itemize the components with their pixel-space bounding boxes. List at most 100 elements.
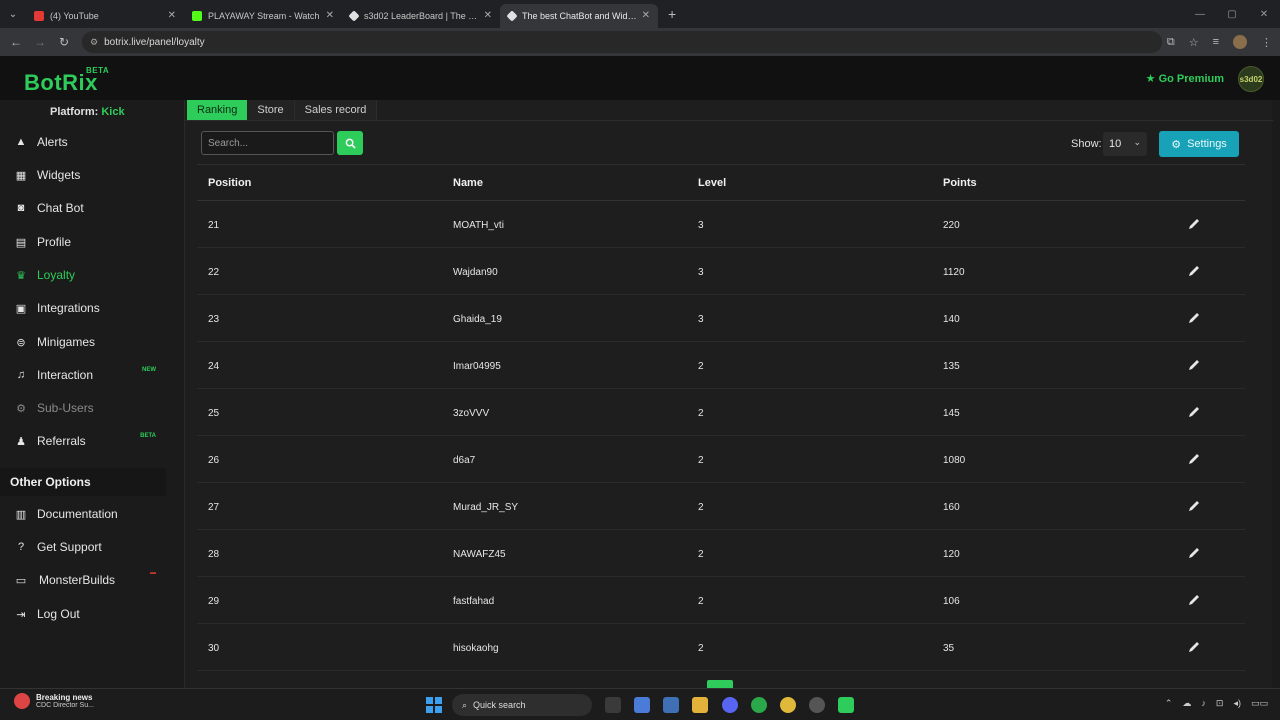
bookmark-star-icon[interactable]: ☆ <box>1189 36 1199 49</box>
edit-pencil-icon[interactable] <box>1187 640 1201 654</box>
user-avatar[interactable]: s3d02 <box>1238 66 1264 92</box>
copilot-icon[interactable] <box>634 697 650 713</box>
sidebar: Platform: Kick ▲ Alerts ▦ Widgets ◙ Chat… <box>0 100 166 688</box>
settings-button[interactable]: ⚙ Settings <box>1159 131 1239 157</box>
grid-icon: ▦ <box>15 169 27 182</box>
sidebar-item-documentation[interactable]: ▥ Documentation <box>0 500 166 528</box>
chrome-icon[interactable] <box>780 697 796 713</box>
browser-tab-youtube[interactable]: (4) YouTube ✕ <box>26 4 184 28</box>
sidebar-item-interaction[interactable]: ♫ Interaction NEW <box>0 361 166 389</box>
microphone-icon[interactable]: ♪ <box>1201 698 1206 709</box>
app-header: BotRix BETA ★ Go Premium s3d02 <box>0 56 1280 100</box>
column-header-name[interactable]: Name <box>453 177 483 189</box>
show-count-select[interactable]: 10 ⌄ <box>1103 132 1147 156</box>
edit-pencil-icon[interactable] <box>1187 358 1201 372</box>
news-widget[interactable]: Breaking news CDC Director Su... <box>14 693 94 709</box>
browser-tab-playaway[interactable]: PLAYAWAY Stream - Watch ✕ <box>184 4 342 28</box>
taskbar-search[interactable]: ⌕ Quick search <box>452 694 592 716</box>
sidebar-item-widgets[interactable]: ▦ Widgets <box>0 161 166 189</box>
sidebar-item-minigames[interactable]: ⊜ Minigames <box>0 328 166 356</box>
file-explorer-icon[interactable] <box>692 697 708 713</box>
edit-pencil-icon[interactable] <box>1187 593 1201 607</box>
reload-icon[interactable]: ↻ <box>52 35 76 49</box>
cell-level: 2 <box>698 408 704 419</box>
steam-icon[interactable] <box>809 697 825 713</box>
browser-tab-botrix[interactable]: The best ChatBot and Widgets ✕ <box>500 3 658 28</box>
column-header-level[interactable]: Level <box>698 177 726 189</box>
sidebar-item-referrals[interactable]: ♟ Referrals BETA <box>0 427 166 455</box>
news-icon <box>14 693 30 709</box>
edit-pencil-icon[interactable] <box>1187 311 1201 325</box>
volume-icon[interactable]: ◂) <box>1233 698 1241 709</box>
minimize-icon[interactable]: — <box>1184 0 1216 28</box>
maximize-icon[interactable]: ▢ <box>1216 0 1248 28</box>
users-icon: ♟ <box>16 435 26 448</box>
tab-divider <box>185 120 1273 121</box>
discord-icon[interactable] <box>722 697 738 713</box>
cell-points: 220 <box>943 220 960 231</box>
cell-points: 160 <box>943 502 960 513</box>
sidebar-item-sub-users[interactable]: ⚙ Sub-Users <box>0 394 166 422</box>
other-options-header: Other Options <box>0 468 166 496</box>
edit-pencil-icon[interactable] <box>1187 499 1201 513</box>
sidebar-item-integrations[interactable]: ▣ Integrations <box>0 294 166 322</box>
store-icon[interactable] <box>663 697 679 713</box>
sidebar-item-log-out[interactable]: ⇥ Log Out <box>0 600 166 628</box>
cell-points: 1120 <box>943 267 965 278</box>
botrix-logo[interactable]: BotRix BETA <box>24 66 109 96</box>
url-field[interactable]: ⚙ botrix.live/panel/loyalty <box>82 31 1162 53</box>
sidebar-item-chat-bot[interactable]: ◙ Chat Bot <box>0 194 166 222</box>
back-icon[interactable]: ← <box>4 35 28 49</box>
tab-sales-record[interactable]: Sales record <box>294 100 378 120</box>
sidebar-item-label: Alerts <box>37 135 68 149</box>
network-icon[interactable]: ⊡ <box>1216 698 1224 709</box>
browser-menu-icon[interactable]: ⋮ <box>1261 36 1272 49</box>
kick-app-icon[interactable] <box>838 697 854 713</box>
windows-start-icon[interactable] <box>426 697 442 713</box>
pagination-current-page[interactable] <box>707 680 733 688</box>
search-input[interactable]: Search... <box>201 131 334 155</box>
translate-icon[interactable]: ⧉ <box>1167 36 1175 49</box>
edit-pencil-icon[interactable] <box>1187 217 1201 231</box>
sidebar-item-monsterbuilds[interactable]: ▭ MonsterBuilds ▬ <box>0 566 166 594</box>
tab-store[interactable]: Store <box>247 100 295 120</box>
sidebar-item-loyalty[interactable]: ♛ Loyalty <box>0 261 166 289</box>
question-icon: ? <box>17 541 25 553</box>
close-icon[interactable]: ✕ <box>642 10 650 21</box>
clock[interactable]: ▭▭ <box>1251 698 1268 709</box>
search-button[interactable] <box>337 131 363 155</box>
logo-beta-badge: BETA <box>86 66 110 75</box>
media-control-icon[interactable]: ≡ <box>1213 36 1219 48</box>
close-window-icon[interactable]: ✕ <box>1248 0 1280 28</box>
sidebar-item-get-support[interactable]: ? Get Support <box>0 533 166 561</box>
close-icon[interactable]: ✕ <box>168 10 176 21</box>
column-header-position[interactable]: Position <box>208 177 251 189</box>
sidebar-item-alerts[interactable]: ▲ Alerts <box>0 128 166 156</box>
new-tab-icon[interactable]: + <box>668 6 676 22</box>
news-subtitle: CDC Director Su... <box>36 702 94 709</box>
onedrive-icon[interactable]: ☁ <box>1182 698 1191 709</box>
sidebar-item-profile[interactable]: ▤ Profile <box>0 228 166 256</box>
go-premium-button[interactable]: ★ Go Premium <box>1146 72 1224 85</box>
forward-icon[interactable]: → <box>28 35 52 49</box>
close-icon[interactable]: ✕ <box>484 10 492 21</box>
xbox-icon[interactable] <box>751 697 767 713</box>
profile-avatar-icon[interactable] <box>1233 35 1247 49</box>
tab-ranking[interactable]: Ranking <box>187 100 248 120</box>
tab-search-chevron-icon[interactable]: ⌄ <box>0 0 26 28</box>
edit-pencil-icon[interactable] <box>1187 264 1201 278</box>
cell-position: 26 <box>208 455 220 466</box>
task-view-icon[interactable] <box>605 697 621 713</box>
cell-position: 23 <box>208 314 220 325</box>
site-info-icon[interactable]: ⚙ <box>90 37 98 48</box>
cell-points: 120 <box>943 549 960 560</box>
windows-taskbar: Breaking news CDC Director Su... ⌕ Quick… <box>0 688 1280 720</box>
edit-pencil-icon[interactable] <box>1187 405 1201 419</box>
edit-pencil-icon[interactable] <box>1187 546 1201 560</box>
chevron-up-icon[interactable]: ⌃ <box>1165 698 1173 709</box>
table-row: 23 Ghaida_19 3 140 <box>197 295 1245 342</box>
close-icon[interactable]: ✕ <box>326 10 334 21</box>
edit-pencil-icon[interactable] <box>1187 452 1201 466</box>
browser-tab-leaderboard[interactable]: s3d02 LeaderBoard | The best C ✕ <box>342 4 500 28</box>
column-header-points[interactable]: Points <box>943 177 977 189</box>
